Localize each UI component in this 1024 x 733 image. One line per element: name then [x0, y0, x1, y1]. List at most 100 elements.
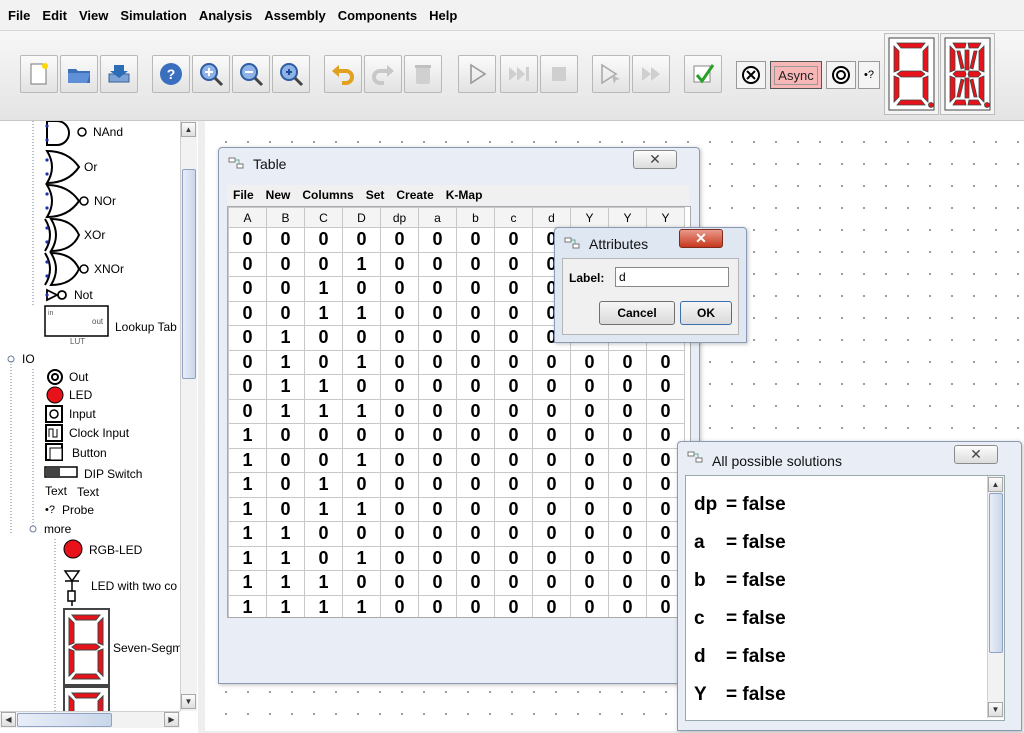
table-cell[interactable]: 0 [532, 374, 571, 400]
table-cell[interactable]: 0 [494, 349, 533, 375]
start-simulation-button[interactable] [458, 55, 496, 93]
scroll-down-icon[interactable]: ▼ [181, 694, 196, 709]
table-cell[interactable]: 0 [418, 398, 457, 424]
table-cell[interactable]: 0 [380, 251, 419, 277]
table-cell[interactable]: 0 [418, 325, 457, 351]
table-cell[interactable]: 0 [418, 594, 457, 617]
table-cell[interactable]: 0 [494, 496, 533, 522]
table-cell[interactable]: 0 [608, 398, 647, 424]
menu-simulation[interactable]: Simulation [114, 8, 192, 23]
table-cell[interactable]: 1 [304, 472, 343, 498]
tree-item-not[interactable]: Not [74, 288, 93, 302]
table-cell[interactable]: 0 [494, 227, 533, 253]
table-cell[interactable]: 1 [228, 570, 267, 596]
tree-item-xor[interactable]: XOr [84, 228, 105, 242]
table-cell[interactable]: 0 [266, 276, 305, 302]
cancel-button[interactable]: Cancel [599, 301, 675, 325]
tree-item-input[interactable]: Input [69, 407, 96, 421]
column-header[interactable]: b [456, 207, 495, 228]
run-to-break-button[interactable] [632, 55, 670, 93]
table-cell[interactable]: 0 [342, 521, 381, 547]
table-cell[interactable]: 0 [494, 276, 533, 302]
table-cell[interactable]: 0 [304, 545, 343, 571]
table-cell[interactable]: 0 [456, 447, 495, 473]
table-cell[interactable]: 0 [570, 423, 609, 449]
menu-analysis[interactable]: Analysis [193, 8, 258, 23]
scroll-up-icon[interactable]: ▲ [988, 477, 1003, 492]
table-cell[interactable]: 0 [494, 423, 533, 449]
tree-item-lookup-table[interactable]: Lookup Tab [115, 320, 177, 334]
async-button[interactable]: Async [770, 61, 822, 89]
tree-item-probe[interactable]: Probe [62, 503, 94, 517]
column-header[interactable]: A [228, 207, 267, 228]
analyse-button[interactable] [684, 55, 722, 93]
step-button[interactable] [500, 55, 538, 93]
table-cell[interactable]: 0 [418, 423, 457, 449]
table-cell[interactable]: 0 [342, 276, 381, 302]
table-cell[interactable]: 0 [380, 496, 419, 522]
table-cell[interactable]: 0 [228, 349, 267, 375]
table-cell[interactable]: 0 [342, 227, 381, 253]
menu-file[interactable]: File [0, 8, 36, 23]
table-cell[interactable]: 0 [380, 545, 419, 571]
table-cell[interactable]: 0 [608, 423, 647, 449]
table-cell[interactable]: 1 [342, 545, 381, 571]
table-cell[interactable]: 0 [532, 349, 571, 375]
table-cell[interactable]: 1 [228, 472, 267, 498]
table-cell[interactable]: 0 [380, 472, 419, 498]
tree-item-two-color-led[interactable]: LED with two co [91, 579, 177, 593]
table-cell[interactable]: 0 [418, 545, 457, 571]
table-cell[interactable]: 0 [456, 472, 495, 498]
table-cell[interactable]: 1 [266, 521, 305, 547]
fit-zoom-button[interactable] [272, 55, 310, 93]
table-cell[interactable]: 0 [304, 349, 343, 375]
redo-button[interactable] [364, 55, 402, 93]
table-cell[interactable]: 0 [418, 251, 457, 277]
table-cell[interactable]: 1 [304, 374, 343, 400]
table-cell[interactable]: 0 [456, 496, 495, 522]
scroll-up-icon[interactable]: ▲ [181, 122, 196, 137]
tree-item-nor[interactable]: NOr [94, 194, 116, 208]
menu-assembly[interactable]: Assembly [258, 8, 331, 23]
tree-item-button[interactable]: Button [72, 446, 107, 460]
table-cell[interactable]: 0 [570, 447, 609, 473]
table-cell[interactable]: 0 [418, 276, 457, 302]
table-cell[interactable]: 0 [418, 447, 457, 473]
table-cell[interactable]: 0 [456, 398, 495, 424]
table-cell[interactable]: 0 [532, 521, 571, 547]
table-cell[interactable]: 0 [456, 251, 495, 277]
table-cell[interactable]: 1 [266, 325, 305, 351]
table-menu-columns[interactable]: Columns [296, 188, 359, 202]
table-cell[interactable]: 0 [532, 398, 571, 424]
tree-item-led[interactable]: LED [69, 388, 92, 402]
table-cell[interactable]: 1 [266, 374, 305, 400]
table-cell[interactable]: 0 [456, 349, 495, 375]
tree-folder-io[interactable]: IO [22, 352, 35, 366]
table-cell[interactable]: 1 [266, 570, 305, 596]
table-cell[interactable]: 0 [304, 423, 343, 449]
table-window-titlebar[interactable]: Table ✕ [219, 148, 699, 178]
table-cell[interactable]: 0 [380, 325, 419, 351]
table-cell[interactable]: 0 [228, 251, 267, 277]
table-cell[interactable]: 1 [304, 398, 343, 424]
micro-step-button[interactable] [592, 55, 630, 93]
tree-item-rgb-led[interactable]: RGB-LED [89, 543, 142, 557]
table-cell[interactable]: 0 [608, 521, 647, 547]
table-cell[interactable]: 0 [608, 496, 647, 522]
table-cell[interactable]: 0 [380, 521, 419, 547]
table-cell[interactable]: 0 [532, 423, 571, 449]
table-cell[interactable]: 0 [418, 570, 457, 596]
table-menu-new[interactable]: New [260, 188, 297, 202]
table-cell[interactable]: 0 [646, 374, 685, 400]
table-cell[interactable]: 0 [418, 496, 457, 522]
table-cell[interactable]: 0 [494, 251, 533, 277]
tree-item-or[interactable]: Or [84, 160, 97, 174]
table-cell[interactable]: 0 [456, 374, 495, 400]
table-cell[interactable]: 0 [266, 423, 305, 449]
table-cell[interactable]: 0 [456, 423, 495, 449]
table-cell[interactable]: 0 [608, 374, 647, 400]
table-cell[interactable]: 0 [342, 325, 381, 351]
table-cell[interactable]: 0 [304, 227, 343, 253]
table-cell[interactable]: 0 [608, 570, 647, 596]
tree-item-clock-input[interactable]: Clock Input [69, 426, 129, 440]
